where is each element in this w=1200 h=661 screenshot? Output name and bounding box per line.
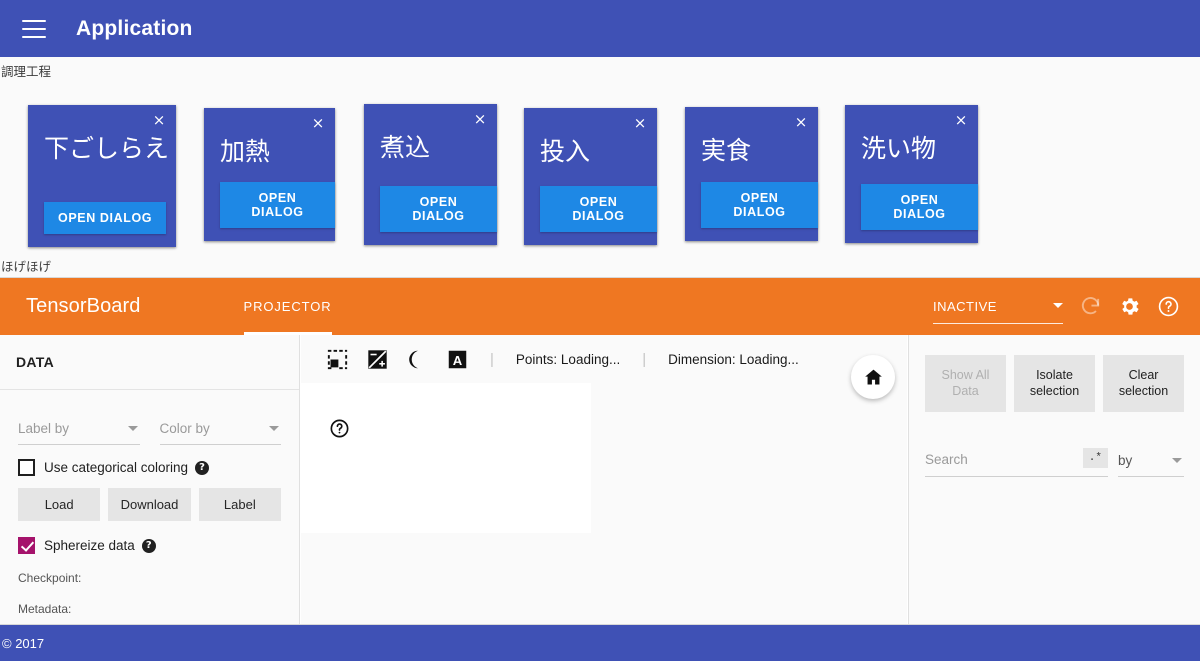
chevron-down-icon xyxy=(1053,302,1063,308)
inspector-panel: Show All Data Isolate selection Clear se… xyxy=(908,335,1200,624)
selection-box-icon[interactable] xyxy=(327,349,348,370)
search-row: .* by xyxy=(925,448,1184,478)
open-dialog-button[interactable]: OPEN DIALOG xyxy=(540,186,657,232)
svg-text:A: A xyxy=(453,352,463,367)
label-by-dropdown[interactable]: Label by xyxy=(18,420,140,445)
search-input[interactable] xyxy=(925,451,1083,467)
color-by-dropdown[interactable]: Color by xyxy=(159,420,281,445)
isolate-selection-button[interactable]: Isolate selection xyxy=(1014,355,1095,413)
tensorboard-toolbar-right: INACTIVE xyxy=(933,278,1180,335)
open-dialog-button[interactable]: OPEN DIALOG xyxy=(44,202,167,234)
categorical-coloring-label: Use categorical coloring xyxy=(44,460,189,475)
download-button[interactable]: Download xyxy=(108,488,191,521)
points-status: Points: Loading... xyxy=(515,351,621,367)
load-button[interactable]: Load xyxy=(18,488,101,521)
metadata-label: Metadata: xyxy=(18,602,72,616)
toolbar-separator: | xyxy=(490,350,494,368)
run-selector[interactable]: INACTIVE xyxy=(933,298,1063,324)
regex-toggle-button[interactable]: .* xyxy=(1082,448,1108,469)
sphereize-data-checkbox[interactable] xyxy=(18,537,35,554)
help-circle-icon[interactable]: ? xyxy=(141,538,156,553)
projector-canvas-area: A | Points: Loading... | Dimension: Load… xyxy=(301,335,907,624)
sphereize-row: Sphereize data ? xyxy=(18,537,281,554)
selection-buttons: Show All Data Isolate selection Clear se… xyxy=(925,355,1184,413)
search-field[interactable]: .* xyxy=(925,448,1108,478)
app-root: Application 調理工程 × 下ごしらえ OPEN DIALOG × 加… xyxy=(0,0,1200,661)
open-dialog-button[interactable]: OPEN DIALOG xyxy=(380,186,497,232)
data-panel: DATA Label by Color by Use categorical c… xyxy=(0,335,300,624)
reset-view-home-button[interactable] xyxy=(851,355,895,399)
sphereize-data-label: Sphereize data xyxy=(44,538,135,553)
card-item[interactable]: × 洗い物 OPEN DIALOG xyxy=(845,105,978,243)
page-title: Application xyxy=(76,16,193,40)
open-dialog-button[interactable]: OPEN DIALOG xyxy=(861,184,978,230)
chevron-down-icon xyxy=(1172,458,1182,464)
run-selector-value: INACTIVE xyxy=(933,298,997,314)
search-by-dropdown[interactable]: by xyxy=(1118,452,1184,478)
tensorboard-brand: TensorBoard xyxy=(26,295,141,317)
help-circle-icon[interactable]: ? xyxy=(195,460,210,475)
card-item[interactable]: × 加熱 OPEN DIALOG xyxy=(204,108,335,241)
refresh-icon[interactable] xyxy=(1079,295,1102,318)
card-title: 実食 xyxy=(701,136,752,165)
projector-scene[interactable] xyxy=(301,383,591,533)
tensorboard-section-label: ほげほげ xyxy=(0,252,1200,280)
card-title: 下ごしらえ xyxy=(44,134,170,163)
chevron-down-icon xyxy=(269,426,279,431)
canvas-toolbar: A | Points: Loading... | Dimension: Load… xyxy=(301,335,907,383)
open-dialog-button[interactable]: OPEN DIALOG xyxy=(701,182,818,228)
card-item[interactable]: × 煮込 OPEN DIALOG xyxy=(364,104,497,245)
dimension-status: Dimension: Loading... xyxy=(668,351,799,367)
chevron-down-icon xyxy=(127,426,138,431)
home-icon xyxy=(864,369,882,384)
search-by-value: by xyxy=(1118,453,1133,469)
card-title: 加熱 xyxy=(220,137,271,166)
hamburger-menu-icon[interactable] xyxy=(22,19,46,38)
cards-container: × 下ごしらえ OPEN DIALOG × 加熱 OPEN DIALOG × 煮… xyxy=(0,82,1200,252)
data-panel-heading: DATA xyxy=(0,335,299,390)
tensorboard-toolbar: TensorBoard PROJECTOR INACTIVE xyxy=(0,278,1200,335)
card-item[interactable]: × 実食 OPEN DIALOG xyxy=(685,107,818,241)
exposure-icon[interactable] xyxy=(367,349,388,370)
gear-icon[interactable] xyxy=(1118,295,1141,318)
tab-projector[interactable]: PROJECTOR xyxy=(243,278,332,335)
data-action-buttons: Load Download Label xyxy=(18,488,281,521)
dropdown-row: Label by Color by xyxy=(18,420,281,445)
label-button[interactable]: Label xyxy=(198,488,281,521)
app-header: Application xyxy=(0,0,1200,57)
tensorboard-widget: TensorBoard PROJECTOR INACTIVE DATA Labe… xyxy=(0,277,1200,625)
data-panel-body: Label by Color by Use categorical colori… xyxy=(0,390,299,616)
labels-icon[interactable]: A xyxy=(447,349,468,370)
close-icon[interactable]: × xyxy=(150,111,168,129)
app-footer: © 2017 xyxy=(0,625,1200,661)
open-dialog-button[interactable]: OPEN DIALOG xyxy=(220,182,335,228)
card-item[interactable]: × 下ごしらえ OPEN DIALOG xyxy=(28,105,176,247)
close-icon[interactable]: × xyxy=(471,110,489,128)
checkpoint-label: Checkpoint: xyxy=(18,571,82,585)
categorical-coloring-row: Use categorical coloring ? xyxy=(18,459,281,476)
close-icon[interactable]: × xyxy=(309,114,327,132)
label-by-value: Label by xyxy=(18,421,70,436)
night-mode-icon[interactable] xyxy=(407,349,428,370)
card-title: 煮込 xyxy=(380,133,431,162)
show-all-data-button[interactable]: Show All Data xyxy=(925,355,1006,413)
close-icon[interactable]: × xyxy=(952,111,970,129)
help-circle-icon[interactable] xyxy=(1157,295,1180,318)
cards-section-label: 調理工程 xyxy=(0,57,1200,85)
categorical-coloring-checkbox[interactable] xyxy=(18,459,35,476)
close-icon[interactable]: × xyxy=(792,113,810,131)
close-icon[interactable]: × xyxy=(631,114,649,132)
copyright-text: © 2017 xyxy=(2,635,45,651)
toolbar-separator: | xyxy=(642,350,647,368)
card-title: 投入 xyxy=(540,137,591,166)
card-title: 洗い物 xyxy=(861,134,937,163)
clear-selection-button[interactable]: Clear selection xyxy=(1103,355,1184,413)
color-by-value: Color by xyxy=(159,421,210,436)
help-circle-icon[interactable] xyxy=(329,418,350,444)
card-item[interactable]: × 投入 OPEN DIALOG xyxy=(524,108,657,245)
